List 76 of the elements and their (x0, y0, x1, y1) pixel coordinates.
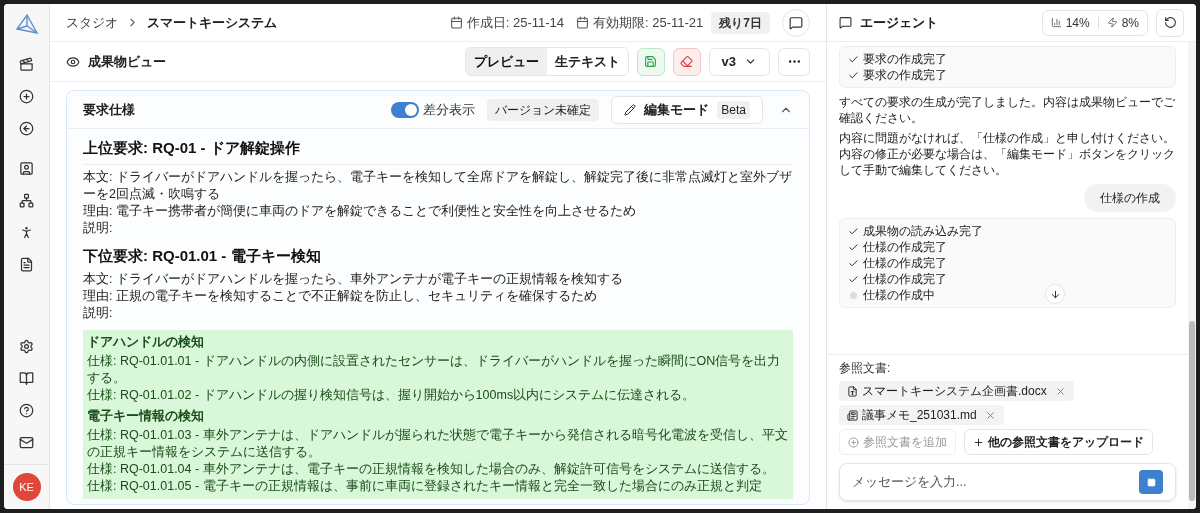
note-icon (847, 409, 858, 421)
breadcrumb-item: スマートキーシステム (147, 13, 277, 32)
requirement-text: 理由: 電子キー携帯者が簡便に車両のドアを解錠できることで利便性と安全性を向上させるため (83, 202, 637, 220)
spec-text: 仕様: RQ-01.01.02 - ドアハンドルの握り検知信号は、握り開始から100ms以内にシステムに伝達される。 (87, 387, 697, 404)
plus-circle-icon (848, 436, 859, 448)
checklist-item: 仕様の作成中 (863, 287, 935, 303)
diff-toggle[interactable] (391, 101, 420, 118)
requirement-text: 説明: (83, 305, 114, 322)
file-name: スマートキーシステム企画書.docx (862, 383, 1047, 400)
requirement-heading: 下位要求: RQ-01.01 - 電子キー検知 (83, 245, 322, 266)
chat-icon (789, 15, 803, 30)
card-title: 要求仕様 (83, 100, 135, 119)
requirement-text: 本文: ドライバーがドアハンドルを握ったら、電子キーを検知して全席ドアを解錠し、解錠完了後に非常点滅灯と室外ブザーを2回点滅・吹鳴する (83, 168, 793, 203)
remaining-days-badge: 残り7日 (711, 11, 770, 34)
eraser-button[interactable] (672, 47, 701, 76)
pencil-icon (624, 103, 637, 116)
agent-title: エージェント (860, 13, 938, 32)
eye-icon (66, 54, 80, 69)
requirement-text: 説明: (83, 219, 114, 237)
stat-value: 14% (1065, 14, 1090, 32)
message-input[interactable]: メッセージを入力... (852, 472, 1139, 492)
toggle-label: 差分表示 (423, 100, 476, 119)
created-date: 作成日: 25-11-14 (466, 13, 564, 32)
spec-text: 仕様: RQ-01.01.03 - 車外アンテナは、ドアハンドルが握られた状態で電子キーから発信される暗号化電波を受信し、平文の正規キー情報をシステムに送信する。 (87, 427, 789, 461)
remove-icon[interactable] (984, 409, 996, 421)
lightning-icon (1106, 17, 1118, 28)
spec-text: 仕様: RQ-01.01.04 - 車外アンテナは、電子キーの正規情報を検知した場合のみ、解錠許可信号をシステムに送信する。 (87, 461, 776, 478)
plus-icon (973, 436, 984, 448)
version-status-badge: バージョン未確定 (487, 98, 600, 121)
checklist-item: 仕様の作成完了 (863, 239, 947, 255)
user-message-bubble: 仕様の作成 (1084, 184, 1176, 212)
arrow-down-icon (1049, 288, 1061, 300)
requirement-text: 本文: ドライバーがドアハンドルを握ったら、車外アンテナが電子キーの正規情報を検知する (83, 271, 624, 288)
view-tab[interactable]: プレビュー (465, 47, 547, 76)
agent-message: 内容に問題がなければ、「仕様の作成」と申し付けください。内容の修正が必要な場合は、「編集モード」ボタンをクリックして手動で編集してください。 (839, 130, 1176, 178)
chart-icon (1050, 17, 1062, 28)
stop-icon (1146, 477, 1156, 487)
checklist-item: 仕様の作成完了 (863, 255, 947, 271)
checklist-item: 要求の作成完了 (863, 51, 947, 67)
requirement-text: 理由: 正規の電子キーを検知することで不正解錠を防止し、セキュリティを確保するため (83, 288, 598, 305)
file-name: 議事メモ_251031.md (862, 407, 977, 424)
reference-file-chip[interactable]: 議事メモ_251031.md (839, 405, 1004, 425)
save-icon (644, 55, 658, 68)
eraser-icon (680, 55, 694, 68)
expiry-date: 有効期限: 25-11-21 (593, 13, 704, 32)
user-avatar[interactable]: KE (12, 473, 41, 501)
version-dropdown[interactable]: v3 (708, 47, 770, 76)
chat-icon (839, 16, 852, 29)
spec-group-heading: 電子キー情報の検知 (87, 408, 205, 425)
agent-message: すべての要求の生成が完了しました。内容は成果物ビューでご確認ください。 (839, 94, 1176, 126)
file-icon (847, 385, 858, 397)
stop-button[interactable] (1139, 470, 1163, 494)
message-composer[interactable]: メッセージを入力... (839, 463, 1176, 501)
upload-reference-button[interactable]: 他の参照文書をアップロード (964, 429, 1153, 455)
breadcrumb-item[interactable]: スタジオ (66, 12, 118, 33)
calendar-icon (576, 16, 589, 29)
spec-text: 仕様: RQ-01.01.01 - ドアハンドルの内側に設置されたセンサーは、ドライバーがハンドルを握った瞬間にON信号を出力する。 (87, 353, 782, 387)
stat-value: 8% (1121, 14, 1139, 32)
view-title: 成果物ビュー (88, 52, 166, 71)
save-button[interactable] (636, 47, 665, 76)
reference-file-chip[interactable]: スマートキーシステム企画書.docx (839, 381, 1074, 401)
spec-text: 仕様: RQ-01.01.05 - 電子キーの正規情報は、事前に車両に登録されたキー情報と完全一致した場合にのみ正規と判定 (87, 478, 763, 495)
beta-badge: Beta (717, 100, 750, 119)
edit-mode-button[interactable]: 編集モード Beta (611, 95, 763, 124)
spec-group-heading: ドアハンドルの検知 (87, 334, 205, 351)
requirement-heading: 上位要求: RQ-01 - ドア解錠操作 (83, 137, 793, 165)
references-label: 参照文書: (839, 360, 892, 377)
checklist-item: 成果物の読み込み完了 (863, 223, 983, 239)
calendar-icon (449, 16, 463, 29)
scroll-down-button[interactable] (1045, 284, 1065, 304)
scrollbar[interactable] (1188, 42, 1196, 509)
refresh-icon (1163, 16, 1177, 29)
checklist-item: 仕様の作成完了 (863, 271, 947, 287)
reset-button[interactable] (1156, 8, 1184, 37)
checklist-item: 要求の作成完了 (863, 67, 947, 83)
remove-icon[interactable] (1054, 385, 1066, 397)
